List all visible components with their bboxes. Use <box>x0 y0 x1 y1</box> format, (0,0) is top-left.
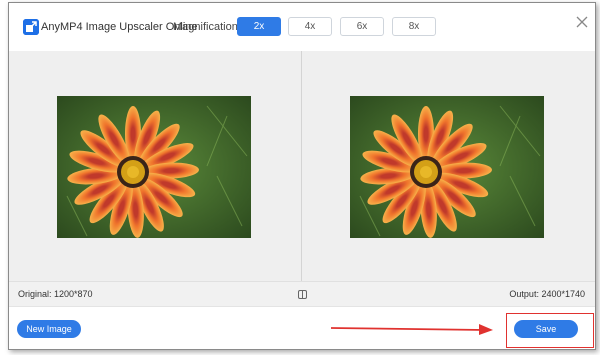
magnification-8x-button[interactable]: 8x <box>392 17 436 36</box>
magnification-6x-button[interactable]: 6x <box>340 17 384 36</box>
close-icon[interactable] <box>575 15 589 29</box>
magnification-2x-button[interactable]: 2x <box>237 17 281 36</box>
compare-icon[interactable] <box>298 290 307 299</box>
dialog-header: AnyMP4 Image Upscaler Online Magnificati… <box>9 3 595 51</box>
output-size-label: Output: 2400*1740 <box>509 289 585 299</box>
save-button[interactable]: Save <box>514 320 578 338</box>
info-bar: Original: 1200*870 Output: 2400*1740 <box>9 281 595 307</box>
original-image <box>57 96 251 238</box>
preview-divider[interactable] <box>301 51 302 281</box>
new-image-button[interactable]: New Image <box>17 320 81 338</box>
magnification-label: Magnification: <box>173 21 241 33</box>
logo-icon <box>23 19 39 35</box>
original-size-label: Original: 1200*870 <box>18 289 93 299</box>
output-image <box>350 96 544 238</box>
dialog-footer: New Image Save <box>9 307 595 349</box>
magnification-4x-button[interactable]: 4x <box>288 17 332 36</box>
annotation-arrow-icon <box>329 319 499 339</box>
preview-area <box>9 51 595 281</box>
upscaler-dialog: AnyMP4 Image Upscaler Online Magnificati… <box>8 2 596 350</box>
